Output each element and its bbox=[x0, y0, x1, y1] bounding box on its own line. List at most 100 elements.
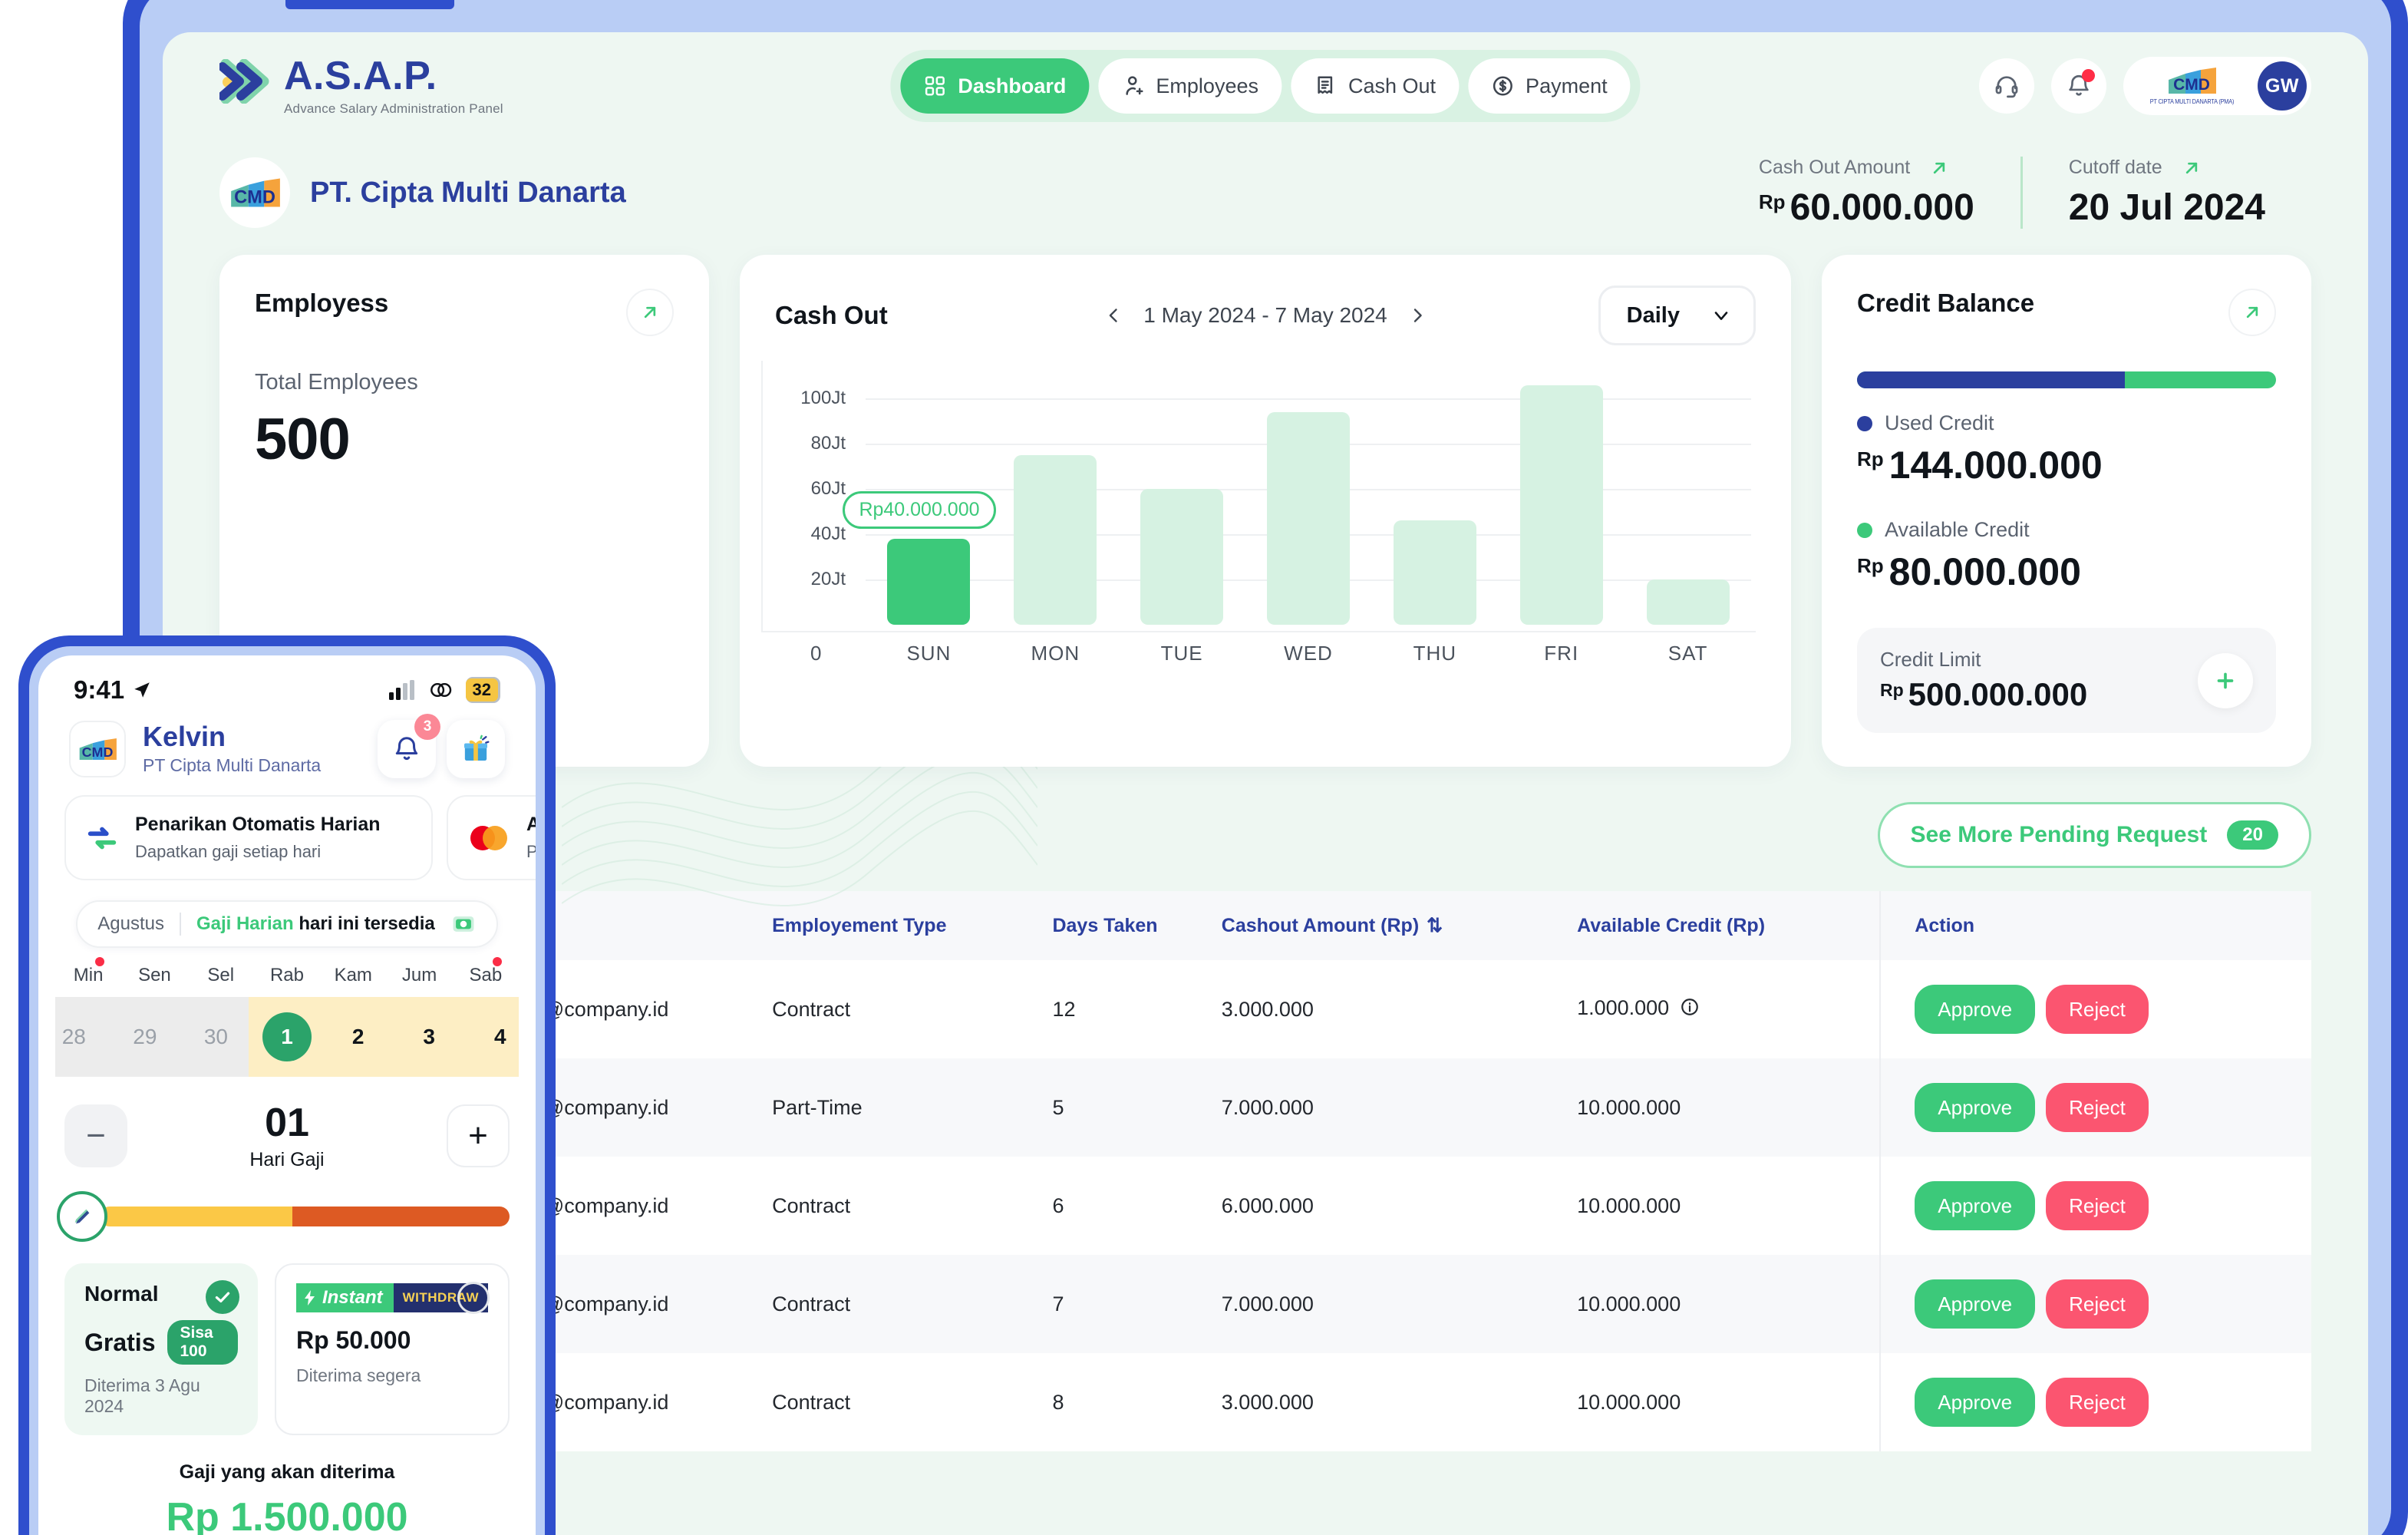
approve-button[interactable]: Approve bbox=[1915, 1181, 2036, 1230]
chart-y-tick: 60Jt bbox=[810, 478, 846, 500]
approve-button[interactable]: Approve bbox=[1915, 1279, 2036, 1329]
chart-bar-slot[interactable] bbox=[1119, 371, 1245, 625]
chart-bar-thu[interactable] bbox=[1393, 520, 1476, 625]
quick-card-activate-card[interactable]: Akt Pen bbox=[447, 795, 536, 880]
chart-y-tick: 40Jt bbox=[810, 523, 846, 545]
stepper-increase-button[interactable]: + bbox=[447, 1104, 510, 1167]
reject-button[interactable]: Reject bbox=[2046, 1378, 2149, 1427]
calendar-day-cell[interactable]: 28 bbox=[38, 997, 110, 1077]
salary-banner-text: Gaji Harian hari ini tersedia bbox=[196, 913, 435, 935]
stat-cash-out-amount: Cash Out Amount Rp 60.000.000 bbox=[1713, 157, 2020, 229]
credit-limit-amount: Rp 500.000.000 bbox=[1880, 676, 2087, 713]
withdraw-option-normal[interactable]: Normal Gratis Sisa 100 Diterima 3 Agu 20… bbox=[64, 1263, 258, 1435]
info-icon[interactable] bbox=[1680, 997, 1700, 1022]
calendar-weekday-row: Min Sen Sel Rab Kam Jum Sab bbox=[38, 948, 536, 986]
slider-track[interactable] bbox=[100, 1207, 510, 1226]
nav-item-employees[interactable]: Employees bbox=[1098, 58, 1282, 114]
status-indicators: 32 bbox=[388, 677, 500, 703]
table-column-header[interactable]: Cashout Amount (Rp) ⇅ bbox=[1221, 891, 1578, 960]
cell-action: Approve Reject bbox=[1879, 1353, 2311, 1451]
calendar-day-cell[interactable]: 29 bbox=[110, 997, 181, 1077]
company-stats: Cash Out Amount Rp 60.000.000 Cutoff date bbox=[1713, 157, 2311, 229]
reject-button[interactable]: Reject bbox=[2046, 1083, 2149, 1132]
divider bbox=[179, 913, 181, 936]
slider-handle[interactable] bbox=[57, 1191, 107, 1242]
phone-notifications-button[interactable]: 3 bbox=[378, 714, 440, 778]
nav-item-cash-out[interactable]: Cash Out bbox=[1290, 58, 1460, 114]
chart-bar-slot[interactable] bbox=[1371, 371, 1498, 625]
employees-total-value: 500 bbox=[255, 407, 351, 472]
credit-expand-button[interactable] bbox=[2228, 289, 2276, 336]
increase-credit-limit-button[interactable] bbox=[2198, 652, 2253, 708]
chart-bar-mon[interactable] bbox=[1014, 455, 1097, 625]
cash-out-card-header: Cash Out 1 May 2024 - 7 May 2024 Daily bbox=[775, 286, 1756, 345]
approve-button[interactable]: Approve bbox=[1915, 1378, 2036, 1427]
radio-empty-icon[interactable] bbox=[457, 1282, 490, 1314]
calendar-day-cell[interactable]: 30 bbox=[180, 997, 252, 1077]
cash-out-bar-chart: 100Jt 80Jt 60Jt 40Jt 20Jt Rp40.000.000 bbox=[761, 361, 1756, 632]
phone-user-info: Kelvin PT Cipta Multi Danarta bbox=[143, 721, 322, 777]
quick-card-auto-withdraw[interactable]: Penarikan Otomatis Harian Dapatkan gaji … bbox=[64, 795, 433, 880]
cell-employment-type: Contract bbox=[772, 1390, 851, 1414]
chart-bar-wed[interactable] bbox=[1267, 412, 1350, 625]
withdraw-option-instant[interactable]: Instant WITHDRAW Rp 50.000 Diterima sege… bbox=[274, 1263, 510, 1435]
sort-icon[interactable]: ⇅ bbox=[1427, 915, 1443, 936]
mastercard-icon bbox=[470, 825, 507, 850]
app-logo[interactable]: A.S.A.P. Advance Salary Administration P… bbox=[219, 56, 503, 117]
chart-y-tick: 100Jt bbox=[800, 388, 846, 409]
stat-label-cutoff: Cutoff date bbox=[2068, 157, 2162, 178]
chart-bar-sat[interactable] bbox=[1646, 579, 1730, 625]
approve-button[interactable]: Approve bbox=[1915, 985, 2036, 1034]
calendar-day-cell[interactable]: 4 bbox=[464, 997, 536, 1077]
phone-quick-actions: Penarikan Otomatis Harian Dapatkan gaji … bbox=[38, 778, 536, 880]
chart-bar-slot[interactable] bbox=[1498, 371, 1625, 625]
see-more-pending-request-button[interactable]: See More Pending Request 20 bbox=[1877, 802, 2311, 868]
battery-indicator: 32 bbox=[465, 677, 500, 703]
chevron-left-icon[interactable] bbox=[1103, 303, 1123, 328]
calendar-day-cell[interactable]: 1 bbox=[252, 997, 323, 1077]
chart-bar-slot[interactable] bbox=[1245, 371, 1372, 625]
plus-icon bbox=[2217, 672, 2234, 688]
calendar-day-cell[interactable]: 3 bbox=[394, 997, 465, 1077]
org-logo: CMD PT CIPTA MULTI DANARTA (PMA) bbox=[2146, 67, 2238, 105]
chart-bar-tue[interactable] bbox=[1140, 489, 1224, 625]
phone-notification-badge: 3 bbox=[414, 714, 440, 740]
chart-bar-slot[interactable] bbox=[992, 371, 1119, 625]
cell-action: Approve Reject bbox=[1879, 1058, 2311, 1157]
arrow-up-right-icon[interactable] bbox=[1928, 157, 1950, 179]
salary-banner-month: Agustus bbox=[97, 913, 164, 934]
period-select[interactable]: Daily bbox=[1598, 286, 1756, 345]
chart-y-tick: 80Jt bbox=[810, 433, 846, 454]
employees-expand-button[interactable] bbox=[626, 289, 674, 336]
calendar-day-cell[interactable]: 2 bbox=[322, 997, 394, 1077]
reject-button[interactable]: Reject bbox=[2046, 985, 2149, 1034]
nav-item-payment[interactable]: Payment bbox=[1468, 58, 1631, 114]
salary-availability-banner[interactable]: Agustus Gaji Harian hari ini tersedia bbox=[76, 900, 498, 948]
reject-button[interactable]: Reject bbox=[2046, 1279, 2149, 1329]
nav-item-dashboard[interactable]: Dashboard bbox=[900, 58, 1090, 114]
phone-user-org: PT Cipta Multi Danarta bbox=[143, 755, 322, 776]
credit-used-value: 144.000.000 bbox=[1888, 444, 2103, 487]
cell-action: Approve Reject bbox=[1879, 960, 2311, 1058]
currency-prefix: Rp bbox=[1857, 447, 1884, 470]
phone-rewards-button[interactable] bbox=[447, 720, 505, 778]
notifications-button[interactable] bbox=[2050, 58, 2106, 114]
chart-bar-slot[interactable] bbox=[1625, 371, 1751, 625]
stepper-decrease-button[interactable]: − bbox=[64, 1104, 127, 1167]
chart-x-tick: TUE bbox=[1160, 642, 1203, 665]
reject-button[interactable]: Reject bbox=[2046, 1181, 2149, 1230]
topbar-right-actions: CMD PT CIPTA MULTI DANARTA (PMA) GW bbox=[1978, 57, 2311, 115]
support-button[interactable] bbox=[1978, 58, 2034, 114]
chart-bar-fri[interactable] bbox=[1519, 385, 1603, 625]
avatar[interactable]: GW bbox=[2258, 61, 2307, 111]
approve-button[interactable]: Approve bbox=[1915, 1083, 2036, 1132]
chart-bar-sun[interactable] bbox=[887, 539, 971, 625]
stepper-value: 01 bbox=[265, 1101, 309, 1145]
phone-status-bar: 9:41 32 bbox=[38, 655, 536, 709]
chart-x-tick: SUN bbox=[906, 642, 952, 665]
credit-balance-card: Credit Balance Used Credit Rp144.000.00 bbox=[1822, 255, 2311, 767]
cash-out-card-title: Cash Out bbox=[775, 301, 888, 329]
org-switcher[interactable]: CMD PT CIPTA MULTI DANARTA (PMA) GW bbox=[2123, 57, 2311, 115]
arrow-up-right-icon[interactable] bbox=[2181, 157, 2202, 179]
chevron-right-icon[interactable] bbox=[1407, 303, 1427, 328]
